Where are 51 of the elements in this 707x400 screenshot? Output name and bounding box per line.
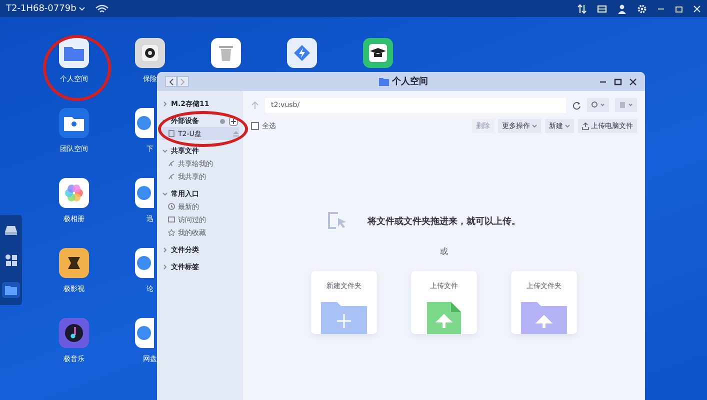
device-name[interactable]: T2-1H68-0779b — [6, 4, 76, 14]
maximize-icon[interactable] — [614, 78, 622, 86]
upload-file-icon — [427, 302, 461, 334]
new-folder-icon — [321, 302, 367, 334]
chevron-right-icon[interactable] — [162, 247, 168, 253]
app-icon[interactable] — [59, 318, 89, 348]
share-icon — [168, 160, 175, 167]
folder-icon — [379, 78, 389, 86]
chevron-left-icon — [168, 78, 174, 86]
cursor-drop-icon — [328, 212, 348, 230]
user-icon[interactable] — [617, 4, 627, 14]
app-icon[interactable] — [59, 248, 89, 278]
app-icon[interactable] — [135, 108, 154, 138]
view-mode-button[interactable] — [615, 98, 637, 112]
close-icon[interactable] — [629, 78, 637, 86]
clock-icon — [168, 203, 175, 210]
or-text: 或 — [440, 246, 448, 257]
app-icon[interactable] — [211, 38, 241, 68]
star-icon — [168, 229, 175, 236]
app-icon[interactable] — [135, 178, 154, 208]
message-icon[interactable] — [597, 4, 607, 14]
chevron-right-icon — [180, 78, 186, 86]
folder-icon[interactable] — [2, 282, 20, 298]
app-icon[interactable] — [59, 178, 89, 208]
list-view-icon — [619, 101, 633, 109]
share-icon — [168, 173, 175, 180]
drop-hint-text: 将文件或文件夹拖进来，就可以上传。 — [368, 215, 520, 228]
drive-icon — [168, 130, 175, 137]
caret-icon — [532, 124, 537, 128]
app-icon[interactable] — [59, 38, 89, 68]
annotation-circle — [43, 35, 111, 101]
chevron-down-icon[interactable] — [162, 148, 168, 154]
app-icon[interactable] — [59, 108, 89, 138]
chevron-down-icon[interactable] — [162, 191, 168, 197]
refresh-icon[interactable] — [572, 100, 581, 110]
window-title: 个人空间 — [392, 75, 428, 88]
upload-folder-icon — [521, 302, 567, 334]
app-icon[interactable] — [363, 38, 393, 68]
caret-icon — [565, 124, 570, 128]
settings-icon[interactable] — [637, 4, 647, 14]
chevron-right-icon[interactable] — [162, 101, 168, 107]
chevron-right-icon[interactable] — [162, 264, 168, 270]
search-icon — [591, 101, 605, 109]
transfer-icon[interactable] — [577, 4, 587, 14]
caret-icon[interactable] — [79, 6, 86, 10]
app-icon[interactable] — [135, 38, 165, 68]
wifi-icon — [95, 4, 110, 14]
search-button[interactable] — [587, 98, 609, 112]
back-button[interactable] — [165, 76, 177, 87]
maximize-icon[interactable] — [675, 4, 683, 14]
upload-icon — [582, 122, 589, 130]
